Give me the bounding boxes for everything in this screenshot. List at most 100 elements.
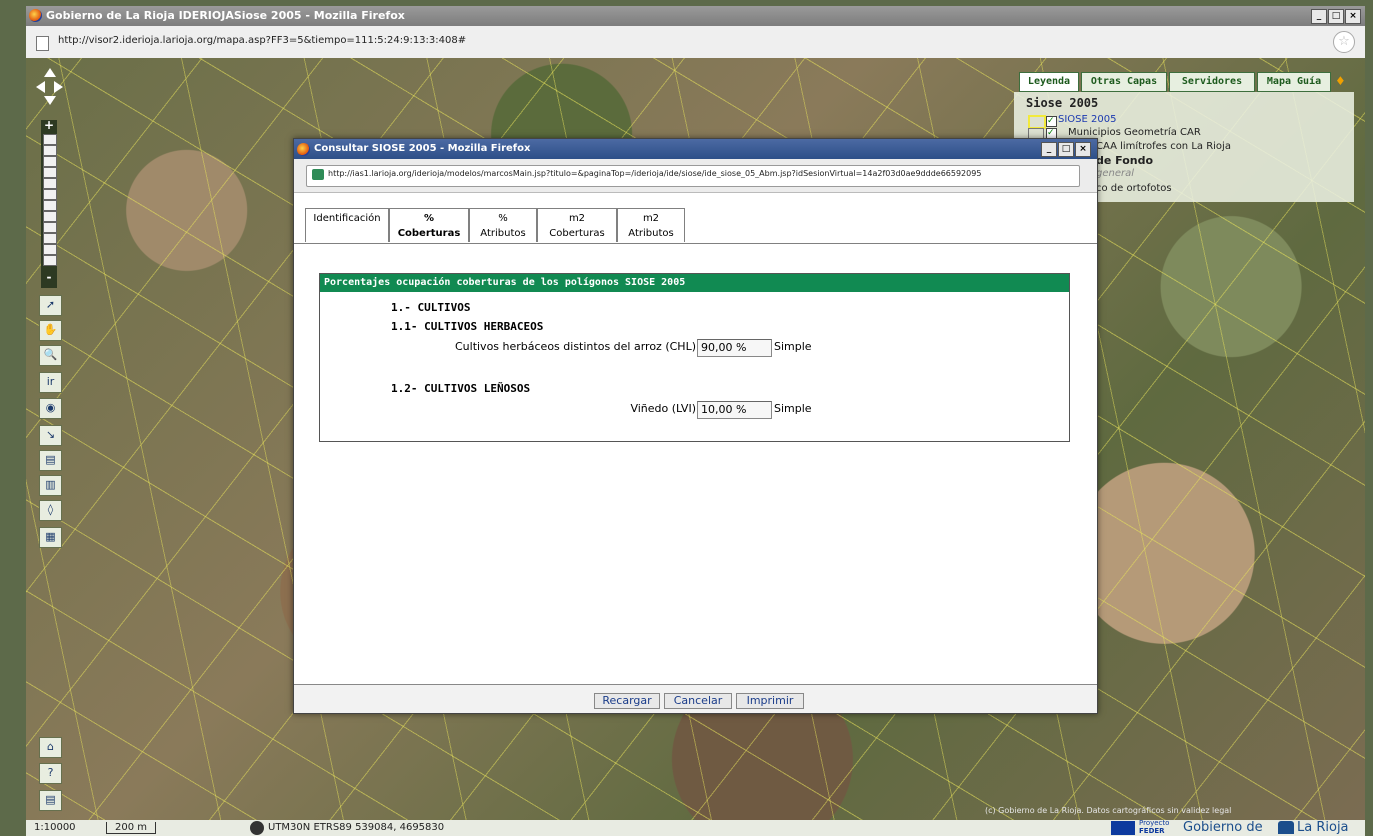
popup-footer: Recargar Cancelar Imprimir [294,684,1097,713]
legend-tabs: Leyenda Otras Capas Servidores Mapa Guía… [1017,72,1359,92]
bookmark-star-icon[interactable]: ☆ [1333,31,1355,53]
pan-right-icon[interactable] [54,81,63,93]
section-cultivos: 1.- CULTIVOS [391,301,471,314]
tab-mapa-guia[interactable]: Mapa Guía [1257,72,1331,92]
close-button[interactable]: × [1345,9,1361,24]
la-rioja-logo-icon [1278,821,1294,834]
map-credit: (c) Gobierno de La Rioja. Datos cartográ… [985,806,1232,815]
vinedo-type: Simple [774,402,812,415]
site-icon [312,169,324,180]
tab-line1: m2 [568,213,586,224]
rioja-text: La Rioja [1297,820,1349,835]
zoom-in-button[interactable]: + [44,119,54,131]
popup-url[interactable]: http://ias1.larioja.org/iderioja/modelos… [328,169,1048,178]
tab-leyenda[interactable]: Leyenda [1019,72,1079,92]
zoom-level[interactable] [43,134,57,145]
zoom-level[interactable] [43,244,57,255]
browser-title-bar: Gobierno de La Rioja IDERIOJASiose 2005 … [26,6,1365,26]
zoom-level[interactable] [43,156,57,167]
legend-section-title: Siose 2005 [1026,96,1099,110]
tab-m2-coberturas[interactable]: m2 Coberturas [537,208,617,242]
measure-area-icon[interactable]: ▤ [39,450,62,471]
tab-porcentaje-atributos[interactable]: % Atributos [469,208,537,242]
popup-title: Consultar SIOSE 2005 - Mozilla Firefox [314,143,531,154]
pan-up-icon[interactable] [44,68,56,77]
scale-text: 1:10000 [34,822,76,833]
layer-siose[interactable]: SIOSE 2005 [1058,114,1116,125]
herbaceos-type: Simple [774,340,812,353]
select-tool-icon[interactable]: ➚ [39,295,62,316]
info-tool-icon[interactable]: ir [39,372,62,393]
browser-title: Gobierno de La Rioja IDERIOJASiose 2005 … [46,9,405,22]
maximize-button[interactable]: □ [1328,9,1344,24]
firefox-icon [297,143,310,156]
cancel-button[interactable]: Cancelar [664,693,732,709]
print-map-icon[interactable]: ▦ [39,527,62,548]
zoom-level[interactable] [43,189,57,200]
popup-maximize-button[interactable]: □ [1058,142,1074,157]
globe-icon[interactable]: ◉ [39,398,62,419]
legend-general: general [1096,168,1135,179]
zoom-level[interactable] [43,233,57,244]
pan-control[interactable] [36,68,64,106]
tab-label: Coberturas [397,228,461,239]
zoom-level[interactable] [43,200,57,211]
url-field[interactable]: http://visor2.iderioja.larioja.org/mapa.… [58,35,466,46]
legend-ortofotos[interactable]: co de ortofotos [1096,183,1172,194]
print-button[interactable]: Imprimir [736,693,804,709]
zoom-level[interactable] [43,255,57,266]
scale-bar: 200 m [106,822,157,834]
pan-left-icon[interactable] [36,81,45,93]
tab-label: Atributos [480,228,526,239]
zoom-level[interactable] [43,222,57,233]
zoom-box-icon[interactable]: 🔍 [39,345,62,366]
herbaceos-value: 90,00 % [697,339,772,357]
panel-title: Porcentajes ocupación coberturas de los … [324,277,686,288]
location-pin-icon[interactable]: ◊ [39,500,62,521]
home-icon[interactable]: ⌂ [39,737,62,758]
tab-line1: m2 [642,213,660,224]
tab-label: Identificación [313,213,381,224]
legend-fondo: de Fondo [1096,154,1154,167]
document-icon[interactable]: ▤ [39,790,62,811]
tab-line1: % [423,213,435,224]
tab-servidores[interactable]: Servidores [1169,72,1255,92]
help-icon[interactable]: ? [39,763,62,784]
popup-minimize-button[interactable]: _ [1041,142,1057,157]
tab-identificacion[interactable]: Identificación [305,208,389,242]
tab-m2-atributos[interactable]: m2 Atributos [617,208,685,242]
tab-strip: Identificación % Coberturas % Atributos … [294,206,1097,244]
herbaceos-label: Cultivos herbáceos distintos del arroz (… [454,340,696,353]
layer-checkbox[interactable]: ✓ [1046,116,1057,127]
zoom-out-button[interactable]: - [44,271,54,283]
layer-municipios[interactable]: Municipios Geometría CAR [1068,127,1201,138]
bulb-icon[interactable]: ♦ [1335,74,1347,88]
zoom-level[interactable] [43,145,57,156]
popup-close-button[interactable]: × [1075,142,1091,157]
reload-button[interactable]: Recargar [594,693,660,709]
tab-porcentaje-coberturas[interactable]: % Coberturas [389,208,469,242]
firefox-icon [29,9,42,22]
hand-pan-icon[interactable]: ✋ [39,320,62,341]
pan-down-icon[interactable] [44,96,56,105]
measure-distance-icon[interactable]: ↘ [39,425,62,446]
tab-otras-capas[interactable]: Otras Capas [1081,72,1167,92]
minimize-button[interactable]: _ [1311,9,1327,24]
section-lenosos: 1.2- CULTIVOS LEÑOSOS [391,382,531,395]
coverage-panel: Porcentajes ocupación coberturas de los … [319,273,1070,442]
status-bar: 1:10000 200 m UTM30N ETRS89 539084, 4695… [26,819,1365,836]
legend-swatch [1028,115,1046,129]
vinedo-label: Viñedo (LVI) [630,402,696,415]
feder-text: FEDER [1139,827,1165,835]
zoom-level[interactable] [43,178,57,189]
vinedo-value: 10,00 % [697,401,772,419]
layer-caa[interactable]: CAA limítrofes con La Rioja [1096,141,1231,152]
zoom-level[interactable] [43,167,57,178]
section-herbaceos: 1.1- CULTIVOS HERBACEOS [391,320,544,333]
panel-header: Porcentajes ocupación coberturas de los … [320,274,1069,292]
zoom-level[interactable] [43,211,57,222]
layers-icon[interactable]: ▥ [39,475,62,496]
zoom-slider[interactable]: + - [41,119,57,288]
page-icon [36,36,49,51]
coordinates-icon [250,821,264,835]
